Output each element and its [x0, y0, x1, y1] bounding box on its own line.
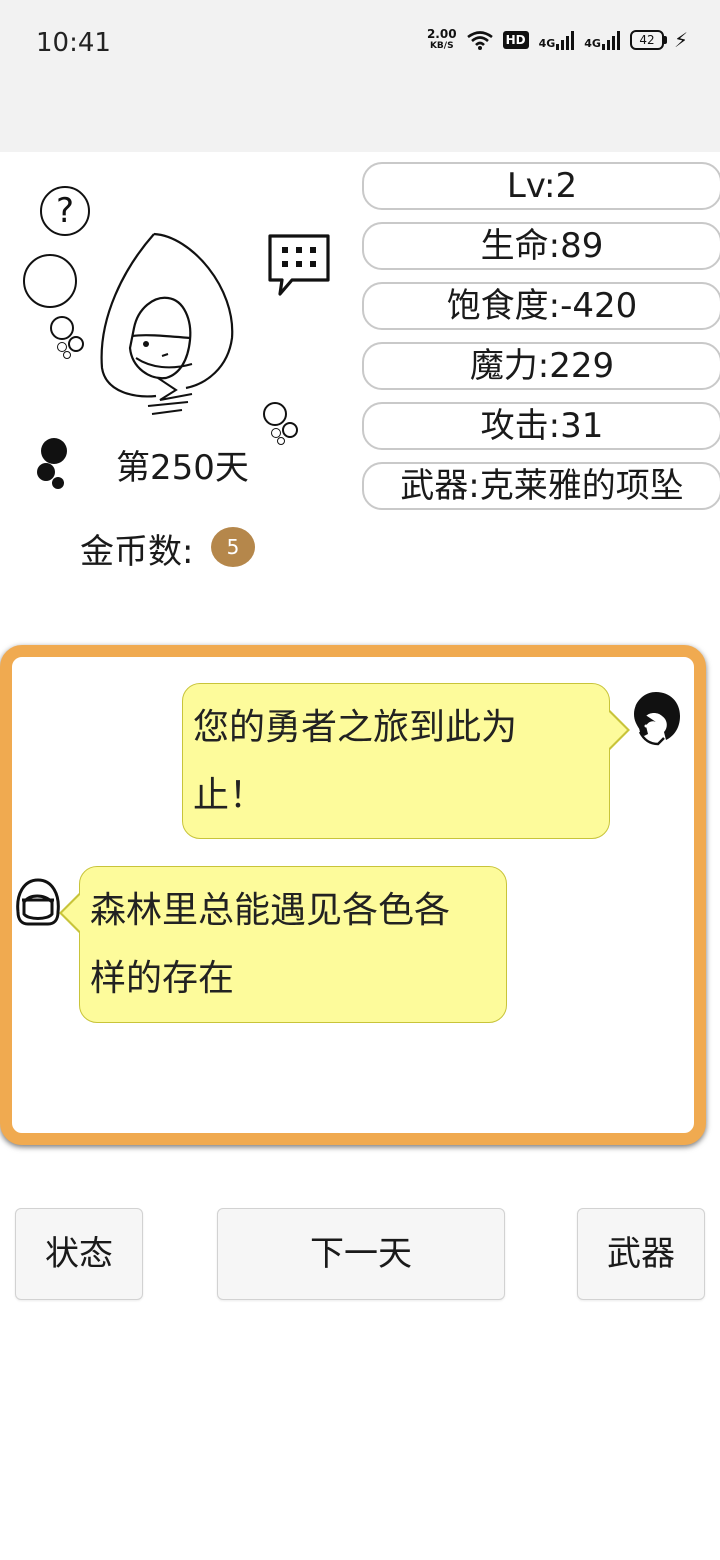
- network-speed: 2.00 KB/S: [426, 27, 457, 51]
- thought-bubble-small-icon: [277, 437, 285, 445]
- npc-message-line: 您的勇者之旅到此为: [193, 707, 518, 748]
- hero-avatar-icon: [16, 878, 60, 926]
- npc-avatar-icon: [634, 692, 680, 746]
- day-counter: 第250天: [116, 448, 249, 488]
- signal-bars-icon: [556, 30, 575, 50]
- dark-bubble-icon: [41, 438, 67, 464]
- weapon-button[interactable]: 武器: [577, 1208, 705, 1300]
- thought-bubble-small-icon: [63, 351, 71, 359]
- status-icons: 2.00 KB/S HD 4G 4G 42 ⚡: [427, 28, 688, 52]
- stat-mana: 魔力:229: [362, 342, 720, 390]
- battery-icon: 42: [629, 30, 667, 50]
- hero-message-bubble: 森林里总能遇见各色各 样的存在: [59, 866, 507, 1023]
- next-day-button[interactable]: 下一天: [217, 1208, 505, 1300]
- thought-bubble-small-icon: [50, 316, 74, 340]
- charging-bolt-icon: ⚡: [673, 28, 688, 52]
- help-question-icon[interactable]: ?: [40, 186, 90, 236]
- hd-badge: HD: [502, 31, 529, 49]
- coin-count-badge: 5: [211, 527, 255, 567]
- character-avatar[interactable]: [96, 228, 266, 424]
- signal-1: 4G: [539, 30, 575, 50]
- dark-bubble-icon: [52, 477, 64, 489]
- hero-message-line: 森林里总能遇见各色各: [90, 890, 451, 931]
- thought-bubble-large-icon: [23, 254, 77, 308]
- signal-bars-icon: [601, 30, 620, 50]
- thought-bubble-small-icon: [263, 402, 287, 426]
- hero-message-line: 样的存在: [90, 958, 235, 999]
- stat-hp: 生命:89: [362, 222, 720, 270]
- wifi-icon: [466, 31, 493, 50]
- stat-satiety: 饱食度:-420: [362, 282, 720, 330]
- npc-message-bubble: 您的勇者之旅到此为 止！: [182, 683, 630, 839]
- stat-attack: 攻击:31: [362, 402, 720, 450]
- thought-bubble-small-icon: [282, 422, 298, 438]
- thought-bubble-small-icon: [68, 336, 84, 352]
- npc-message-line: 止！: [193, 775, 266, 816]
- status-bar: 10:41 2.00 KB/S HD 4G 4G 42 ⚡: [0, 0, 720, 152]
- coin-label: 金币数:: [80, 532, 194, 572]
- stat-weapon: 武器:克莱雅的项坠: [362, 462, 720, 510]
- status-time: 10:41: [36, 28, 111, 58]
- stat-level: Lv:2: [362, 162, 720, 210]
- chat-icon[interactable]: [266, 232, 332, 298]
- signal-2: 4G: [584, 30, 620, 50]
- status-button[interactable]: 状态: [15, 1208, 143, 1300]
